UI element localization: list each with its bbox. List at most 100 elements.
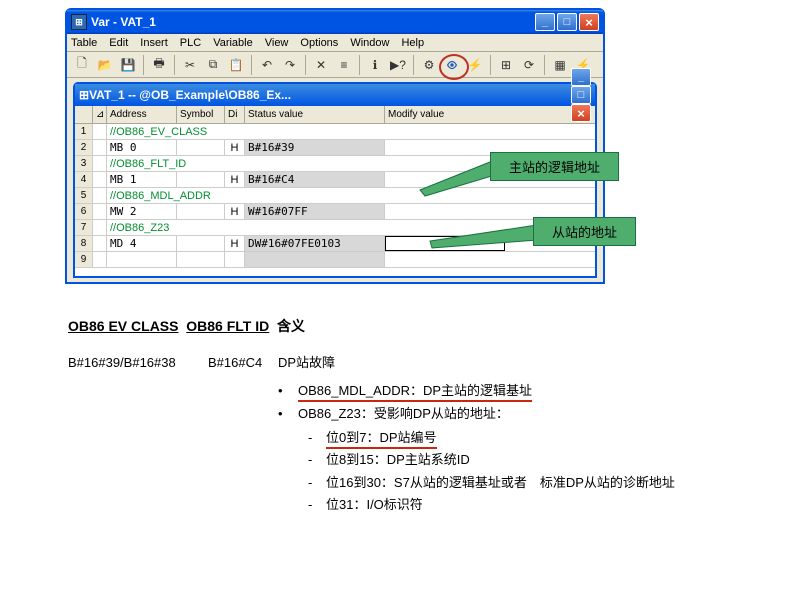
cell-disp[interactable]: H: [225, 204, 245, 219]
undo-icon[interactable]: ↶: [256, 54, 278, 76]
menu-variable[interactable]: Variable: [213, 37, 253, 49]
cell-comment[interactable]: //OB86_FLT_ID: [107, 156, 505, 171]
table-row[interactable]: 8 MD 4 HDW#16#07FE0103: [75, 236, 595, 252]
vat-maximize-button[interactable]: □: [571, 86, 591, 104]
redo-icon[interactable]: ↷: [279, 54, 301, 76]
cell-rownum: 4: [75, 172, 93, 187]
grid-header: ⊿ Address Symbol Di Status value Modify …: [75, 106, 595, 124]
menu-options[interactable]: Options: [300, 37, 338, 49]
cell-sym[interactable]: [177, 172, 225, 187]
col-rownum[interactable]: [75, 106, 93, 123]
col-status[interactable]: Status value: [245, 106, 385, 123]
sub-3: -位16到30：S7从站的逻辑基址或者 标准DP从站的诊断地址: [308, 473, 728, 493]
cell-disp[interactable]: H: [225, 172, 245, 187]
cell-marker[interactable]: [93, 156, 107, 171]
cell-comment[interactable]: //OB86_Z23: [107, 220, 505, 235]
menu-view[interactable]: View: [265, 37, 289, 49]
cell-marker[interactable]: [93, 140, 107, 155]
update-icon[interactable]: ⟳: [518, 54, 540, 76]
cell-addr[interactable]: MD 4: [107, 236, 177, 251]
doc-col1: B#16#39/B#16#38: [68, 353, 208, 373]
copy-icon[interactable]: ⧉: [202, 54, 224, 76]
cell-modify[interactable]: [385, 236, 505, 251]
cell-sym[interactable]: [177, 252, 225, 267]
insert-row-icon[interactable]: ≡: [333, 54, 355, 76]
doc-col3: DP站故障: [278, 353, 728, 373]
doc-col2: B#16#C4: [208, 353, 278, 373]
title-evclass: OB86 EV CLASS: [68, 318, 178, 334]
cell-comment[interactable]: //OB86_MDL_ADDR: [107, 188, 505, 203]
cell-modify[interactable]: [385, 204, 505, 219]
cut-icon[interactable]: ✂: [179, 54, 201, 76]
cell-marker[interactable]: [93, 124, 107, 139]
menu-window[interactable]: Window: [350, 37, 389, 49]
table-row[interactable]: 6MW 2HW#16#07FF: [75, 204, 595, 220]
cell-marker[interactable]: [93, 188, 107, 203]
paste-icon[interactable]: 📋: [225, 54, 247, 76]
close-button[interactable]: ×: [579, 13, 599, 31]
table-row[interactable]: 7//OB86_Z23: [75, 220, 595, 236]
save-icon[interactable]: 💾: [117, 54, 139, 76]
cell-marker[interactable]: [93, 204, 107, 219]
cell-marker[interactable]: [93, 252, 107, 267]
title-fltid: OB86 FLT ID: [186, 318, 269, 334]
cell-disp[interactable]: H: [225, 140, 245, 155]
cell-status[interactable]: B#16#C4: [245, 172, 385, 187]
cell-marker[interactable]: [93, 172, 107, 187]
callout-slave-address: 从站的地址: [533, 217, 636, 246]
col-display[interactable]: Di: [225, 106, 245, 123]
cell-disp[interactable]: [225, 252, 245, 267]
menu-insert[interactable]: Insert: [140, 37, 168, 49]
cell-modify[interactable]: [385, 140, 505, 155]
cell-marker[interactable]: [93, 220, 107, 235]
minimize-button[interactable]: _: [535, 13, 555, 31]
menu-table[interactable]: Table: [71, 37, 97, 49]
open-icon[interactable]: 📂: [94, 54, 116, 76]
cell-status[interactable]: DW#16#07FE0103: [245, 236, 385, 251]
table-row[interactable]: 1 //OB86_EV_CLASS: [75, 124, 595, 140]
help-icon[interactable]: ℹ: [364, 54, 386, 76]
titlebar[interactable]: ⊞ Var - VAT_1 _ □ ×: [67, 10, 603, 34]
trigger-icon[interactable]: ⊞: [495, 54, 517, 76]
context-help-icon[interactable]: ▶?: [387, 54, 409, 76]
cell-status[interactable]: [245, 252, 385, 267]
cell-rownum: 1: [75, 124, 93, 139]
col-modify[interactable]: Modify value: [385, 106, 505, 123]
cell-status[interactable]: W#16#07FF: [245, 204, 385, 219]
cell-status[interactable]: B#16#39: [245, 140, 385, 155]
cell-sym[interactable]: [177, 140, 225, 155]
cell-addr[interactable]: [107, 252, 177, 267]
new-icon[interactable]: 🗋: [71, 54, 93, 76]
cell-sym[interactable]: [177, 236, 225, 251]
menu-edit[interactable]: Edit: [109, 37, 128, 49]
cell-disp[interactable]: H: [225, 236, 245, 251]
delete-icon[interactable]: ✕: [310, 54, 332, 76]
vat-close-button[interactable]: ×: [571, 104, 591, 122]
cell-rownum: 8: [75, 236, 93, 251]
table-row[interactable]: 5 //OB86_MDL_ADDR: [75, 188, 595, 204]
monitor-icon[interactable]: [441, 54, 463, 76]
table-row[interactable]: 9: [75, 252, 595, 268]
cell-rownum: 5: [75, 188, 93, 203]
maximize-button[interactable]: □: [557, 13, 577, 31]
cell-modify[interactable]: [385, 172, 505, 187]
options-icon[interactable]: ⚙: [418, 54, 440, 76]
toolbar: 🗋 📂 💾 🖶 ✂ ⧉ 📋 ↶ ↷ ✕ ≡ ℹ ▶? ⚙ ⚡ ⊞ ⟳ ▦ ⚡: [67, 52, 603, 78]
menu-help[interactable]: Help: [401, 37, 424, 49]
col-marker[interactable]: ⊿: [93, 106, 107, 123]
cell-marker[interactable]: [93, 236, 107, 251]
col-address[interactable]: Address: [107, 106, 177, 123]
activate-icon[interactable]: ▦: [549, 54, 571, 76]
print-icon[interactable]: 🖶: [148, 54, 170, 76]
doc-row-1: B#16#39/B#16#38 B#16#C4 DP站故障: [68, 353, 728, 373]
cell-sym[interactable]: [177, 204, 225, 219]
col-symbol[interactable]: Symbol: [177, 106, 225, 123]
menu-plc[interactable]: PLC: [180, 37, 201, 49]
cell-addr[interactable]: MB 1: [107, 172, 177, 187]
vat-minimize-button[interactable]: _: [571, 68, 591, 86]
cell-comment[interactable]: //OB86_EV_CLASS: [107, 124, 505, 139]
vat-titlebar[interactable]: ⊞ VAT_1 -- @OB_Example\OB86_Ex... _ □ ×: [75, 84, 595, 106]
cell-modify[interactable]: [385, 252, 505, 267]
cell-addr[interactable]: MB 0: [107, 140, 177, 155]
cell-addr[interactable]: MW 2: [107, 204, 177, 219]
